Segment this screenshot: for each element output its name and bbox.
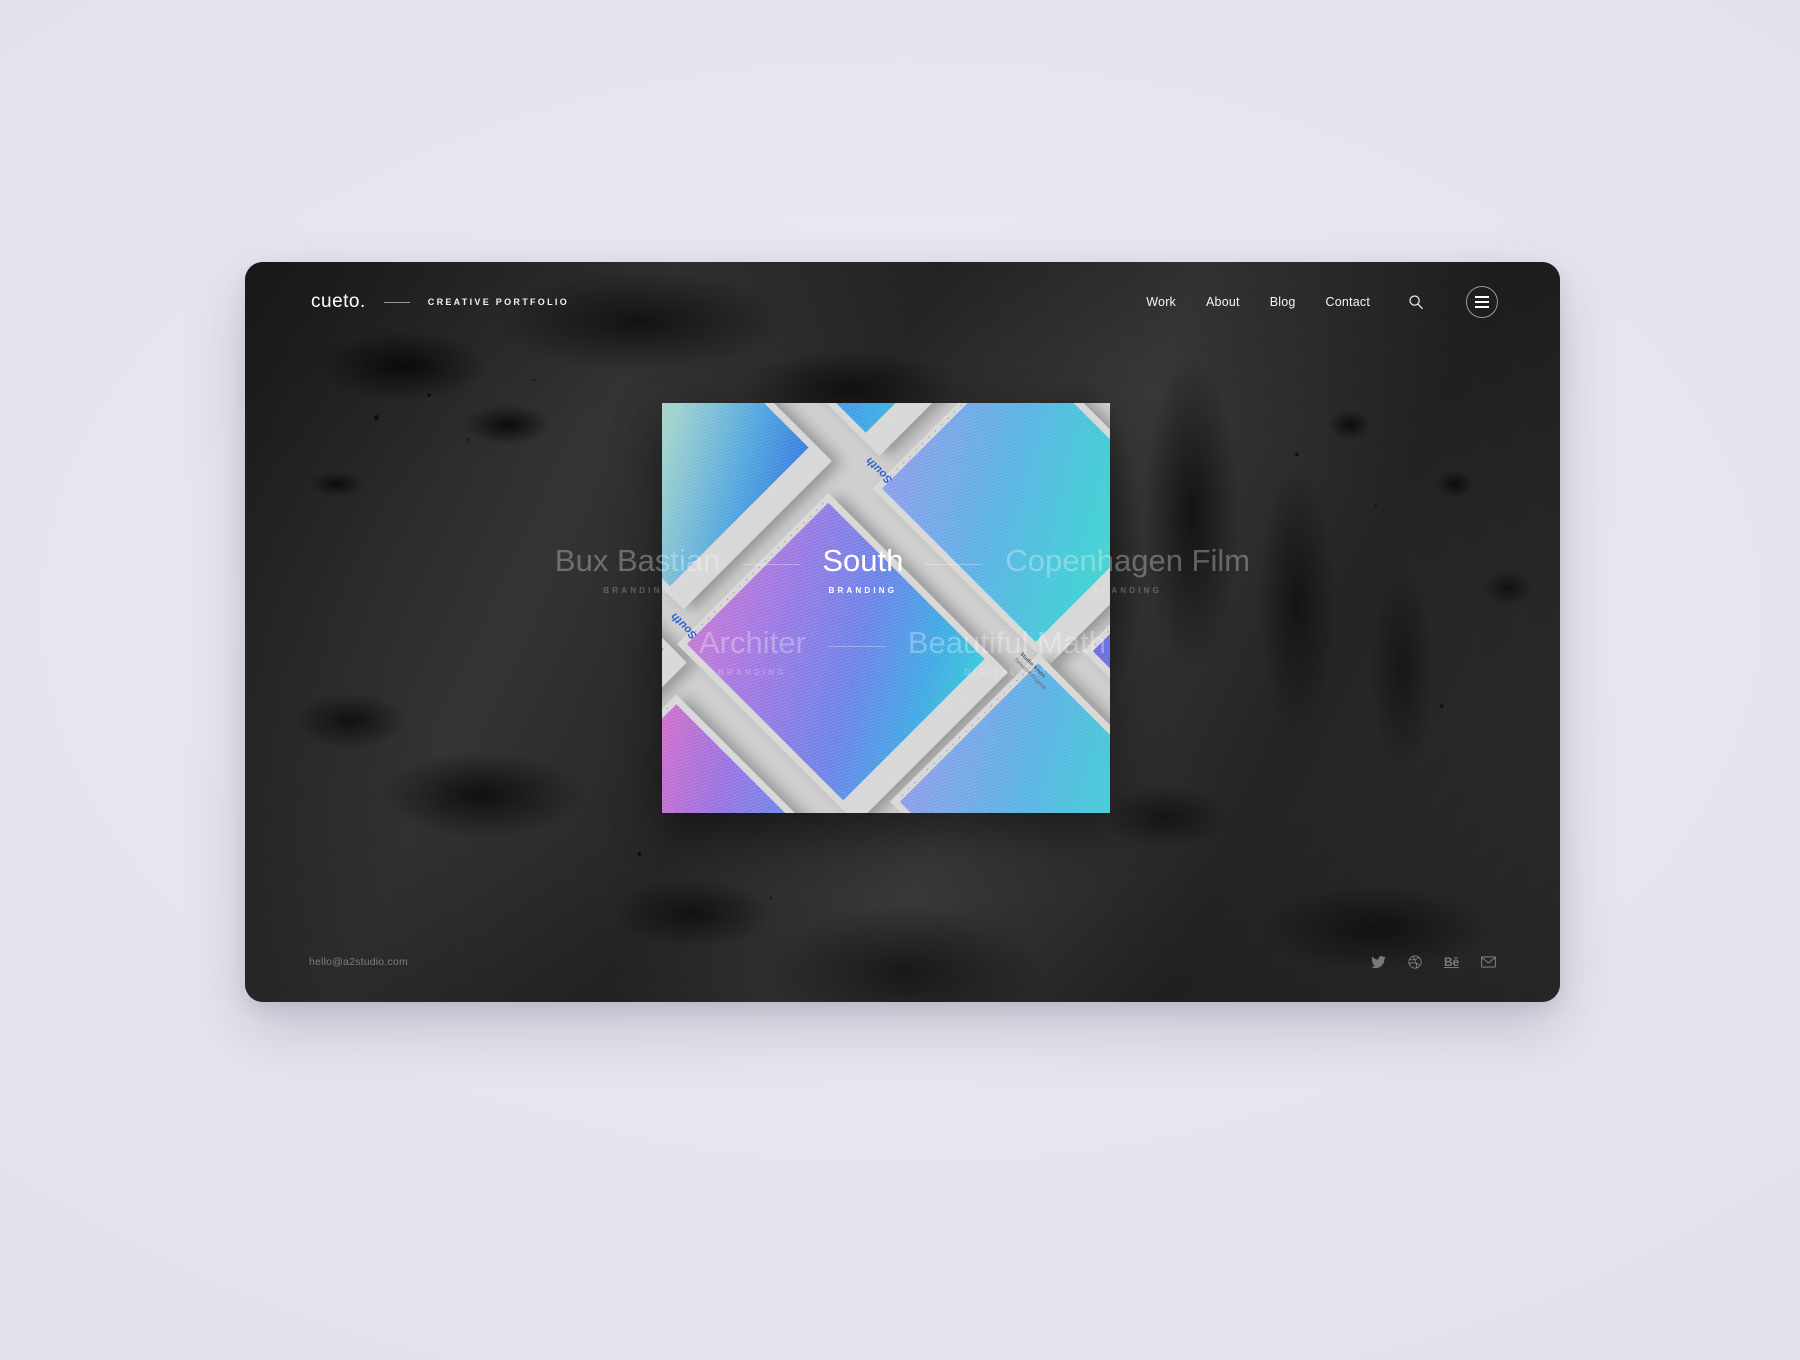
slide-category: BRANDING: [828, 586, 898, 595]
featured-artwork-image[interactable]: Studio South Selected Projects: [662, 403, 1110, 813]
slide-title: South: [822, 543, 904, 578]
artwork-collage: Studio South Selected Projects: [662, 403, 1110, 813]
nav-item-contact[interactable]: Contact: [1326, 295, 1370, 309]
hero-slider: Studio South Selected Projects: [245, 262, 1560, 1002]
social-links: Bē: [1371, 955, 1496, 969]
brand-divider-rule: [383, 301, 410, 303]
slide-category: BRANDING: [1093, 586, 1163, 595]
brand: cueto. CREATIVE PORTFOLIO: [311, 291, 569, 313]
slide-item-architer[interactable]: Architer BRANDING: [699, 627, 806, 677]
slide-title: Architer: [699, 625, 806, 660]
slide-title-row-primary: Bux Bastian BRANDING South BRANDING Cope…: [245, 545, 1560, 595]
nav-item-blog[interactable]: Blog: [1270, 295, 1296, 309]
brand-tagline: CREATIVE PORTFOLIO: [427, 297, 570, 307]
slide-item-beautiful-math[interactable]: Beautiful Math DIGITAL ART: [908, 627, 1106, 677]
slide-item-south[interactable]: South BRANDING: [822, 545, 903, 595]
nav-item-about[interactable]: About: [1206, 295, 1240, 309]
slide-category: DIGITAL ART: [964, 668, 1050, 677]
page-backdrop: cueto. CREATIVE PORTFOLIO Work About Blo…: [0, 0, 1800, 1360]
slide-category: BRANDING: [718, 668, 787, 677]
search-icon[interactable]: [1406, 292, 1426, 312]
twitter-icon[interactable]: [1371, 955, 1386, 969]
nav-item-work[interactable]: Work: [1146, 295, 1176, 309]
main-navigation: Work About Blog Contact: [1146, 286, 1498, 318]
site-window: cueto. CREATIVE PORTFOLIO Work About Blo…: [245, 262, 1560, 1002]
slide-item-copenhagen-film[interactable]: Copenhagen Film BRANDING: [1005, 545, 1250, 595]
hamburger-menu-icon[interactable]: [1466, 286, 1498, 318]
site-header: cueto. CREATIVE PORTFOLIO Work About Blo…: [245, 262, 1560, 342]
slide-title: Copenhagen Film: [1005, 543, 1251, 578]
slide-category: BRANDING: [603, 586, 672, 595]
slide-title: Beautiful Math: [907, 625, 1106, 660]
slide-title: Bux Bastian: [554, 543, 721, 578]
contact-email[interactable]: hello@a2studio.com: [309, 956, 408, 968]
logo[interactable]: cueto.: [311, 291, 366, 313]
email-icon[interactable]: [1481, 956, 1496, 968]
slide-item-bux-bastian[interactable]: Bux Bastian BRANDING: [555, 545, 720, 595]
dribbble-icon[interactable]: [1408, 955, 1422, 969]
behance-icon[interactable]: Bē: [1444, 956, 1459, 968]
site-footer: hello@a2studio.com Bē: [245, 922, 1560, 1002]
